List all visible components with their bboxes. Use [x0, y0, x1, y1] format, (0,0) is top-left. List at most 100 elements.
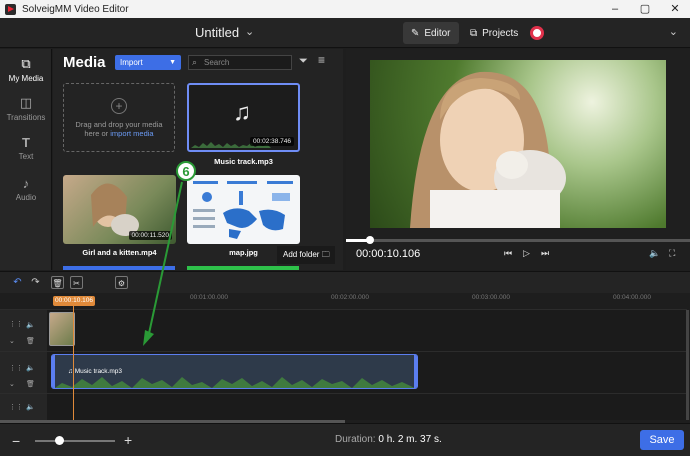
drop-text-line2: here or [84, 129, 109, 138]
music-duration-badge: 00:02:38.746 [250, 137, 294, 146]
fullscreen-icon[interactable]: ⛶ [669, 248, 675, 259]
filter-icon[interactable]: ⏷ [299, 55, 308, 68]
previous-frame-icon[interactable]: ⏮ [504, 248, 512, 259]
projects-tab[interactable]: ⧉ Projects [462, 22, 526, 44]
audio-icon: ♪ [22, 176, 30, 191]
close-button[interactable]: ✕ [660, 0, 690, 18]
preview-image [410, 71, 566, 228]
media-panel: Media Import ▼ ⌕ Search ⏷ ≡ + Drag and d… [53, 49, 343, 270]
zoom-in-button[interactable]: + [124, 432, 132, 448]
audio-clip-name: Music track.mp3 [74, 368, 123, 375]
editor-icon: ✎ [411, 27, 420, 39]
minimize-button[interactable]: – [600, 0, 630, 18]
delete-icon[interactable]: 🗑 [51, 276, 64, 289]
import-media-link[interactable]: import media [110, 129, 153, 138]
window-titlebar: SolveigMM Video Editor – ▢ ✕ [0, 0, 690, 18]
track-collapse-icon[interactable]: ⌄ [9, 337, 15, 345]
timeline-ruler[interactable]: 00:00:10.106 00:01:00.000 00:02:00.000 0… [47, 293, 687, 309]
timeline-toolbar: ↶ ↷ 🗑 ✂ ⚙ [0, 271, 690, 293]
media-item-progress-bar [187, 266, 299, 270]
zoom-slider[interactable] [35, 440, 115, 442]
window-controls: – ▢ ✕ [600, 0, 690, 18]
audio-clip[interactable]: ♫ Music track.mp3 [51, 354, 418, 389]
add-folder-label: Add folder [283, 250, 320, 259]
title-chevron-down-icon[interactable]: ⌄ [245, 25, 254, 38]
preview-panel: 00:00:10.106 ⏮ ▷ ⏭ 🔈 ⛶ [346, 49, 690, 270]
extra-track: ⋮⋮ 🔈 [0, 393, 687, 420]
media-drop-zone[interactable]: + Drag and drop your media here or impor… [63, 83, 175, 152]
video-track: ⋮⋮ 🔈 ⌄ 🗑 [0, 309, 687, 351]
folder-icon: 🗀 [321, 250, 330, 259]
nav-my-media[interactable]: ⧉ My Media [0, 56, 52, 83]
media-item-music[interactable]: ♫ 00:02:38.746 [187, 83, 300, 152]
preview-seek-bar[interactable] [346, 236, 690, 244]
track-mute-icon[interactable]: 🔈 [26, 321, 35, 329]
track-mute-icon[interactable]: 🔈 [26, 403, 35, 411]
nav-text[interactable]: T Text [0, 135, 52, 161]
status-bar: − + Duration: 0 h. 2 m. 37 s. Save [0, 423, 690, 456]
add-folder-button[interactable]: Add folder 🗀 [277, 246, 335, 264]
next-frame-icon[interactable]: ⏭ [541, 248, 549, 259]
drag-handle-icon[interactable]: ⋮⋮ [9, 403, 23, 411]
import-button[interactable]: Import ▼ [115, 55, 181, 70]
map-thumbnail [193, 181, 293, 239]
drag-handle-icon[interactable]: ⋮⋮ [9, 320, 23, 328]
track-delete-icon[interactable]: 🗑 [26, 337, 35, 345]
duration-text: Duration: 0 h. 2 m. 37 s. [335, 434, 442, 445]
drag-handle-icon[interactable]: ⋮⋮ [9, 364, 23, 372]
video-preview[interactable] [370, 60, 666, 228]
zoom-out-button[interactable]: − [12, 433, 20, 449]
redo-icon[interactable]: ↷ [29, 276, 42, 289]
split-icon[interactable]: ✂ [70, 276, 83, 289]
ruler-tick: 00:01:00.000 [190, 294, 228, 301]
nav-audio[interactable]: ♪ Audio [0, 176, 52, 202]
track-mute-icon[interactable]: 🔈 [26, 364, 35, 372]
import-dropdown-icon: ▼ [169, 59, 176, 66]
sort-icon[interactable]: ≡ [318, 53, 325, 67]
step-callout: 6 [176, 161, 196, 181]
clip-trim-handle-right[interactable] [414, 355, 417, 388]
undo-icon[interactable]: ↶ [11, 276, 24, 289]
seek-handle[interactable] [366, 236, 375, 244]
nav-text-label: Text [18, 152, 34, 161]
add-media-icon: + [111, 98, 127, 114]
video-clip[interactable] [49, 312, 75, 346]
window-title: SolveigMM Video Editor [22, 3, 129, 15]
app-header: Untitled ⌄ ✎ Editor ⧉ Projects ⌄ [0, 18, 690, 48]
media-item-selection-bar [63, 266, 175, 270]
volume-icon[interactable]: 🔈 [649, 248, 660, 259]
brand-badge-icon[interactable] [530, 26, 544, 40]
ruler-tick: 00:02:00.000 [331, 294, 369, 301]
media-item-video[interactable]: 00:00:11.520 [63, 175, 176, 244]
document-title[interactable]: Untitled [195, 25, 239, 40]
duration-value: 0 h. 2 m. 37 s. [378, 434, 442, 445]
timeline-playhead[interactable] [73, 303, 74, 420]
editor-tab[interactable]: ✎ Editor [403, 22, 459, 44]
media-item-map[interactable] [187, 175, 300, 244]
audio-track-header: ⋮⋮ 🔈 ⌄ 🗑 [0, 352, 47, 393]
editor-tab-label: Editor [424, 27, 451, 39]
menu-chevron-down-icon[interactable]: ⌄ [669, 25, 678, 38]
nav-transitions[interactable]: ◫ Transitions [0, 95, 52, 122]
track-delete-icon[interactable]: 🗑 [26, 380, 35, 388]
projects-tab-label: Projects [482, 27, 519, 39]
cursor-time-badge: 00:00:10.106 [53, 296, 95, 306]
clip-trim-handle-left[interactable] [52, 355, 55, 388]
track-collapse-icon[interactable]: ⌄ [9, 380, 15, 388]
zoom-slider-handle[interactable] [55, 436, 64, 445]
timeline-vertical-scrollbar[interactable] [686, 310, 689, 420]
media-icon: ⧉ [21, 56, 31, 71]
save-button[interactable]: Save [640, 430, 684, 450]
maximize-button[interactable]: ▢ [630, 0, 660, 18]
play-icon[interactable]: ▷ [523, 248, 530, 259]
media-search-input[interactable]: ⌕ Search [188, 55, 292, 70]
side-navigation: ⧉ My Media ◫ Transitions T Text ♪ Audio [0, 49, 52, 270]
settings-icon[interactable]: ⚙ [115, 276, 128, 289]
extra-track-header: ⋮⋮ 🔈 [0, 394, 47, 420]
import-button-label: Import [120, 58, 143, 67]
projects-icon: ⧉ [470, 27, 478, 39]
nav-transitions-label: Transitions [6, 113, 46, 122]
text-icon: T [22, 135, 30, 150]
ruler-tick: 00:03:00.000 [472, 294, 510, 301]
media-title: Media [63, 54, 106, 71]
